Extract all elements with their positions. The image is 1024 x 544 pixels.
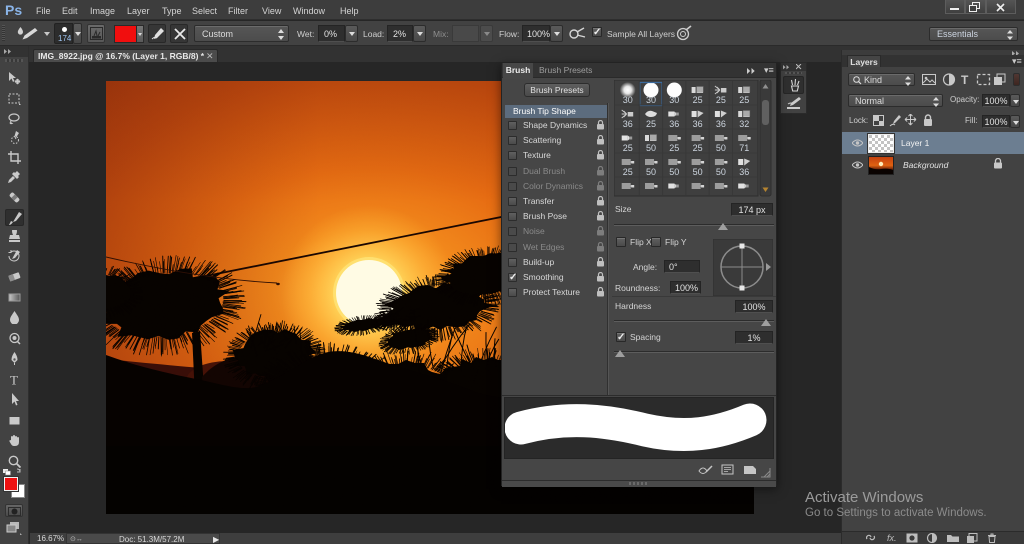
svg-text:36: 36 <box>623 119 633 129</box>
svg-text:25: 25 <box>646 119 656 129</box>
svg-text:25: 25 <box>623 167 633 177</box>
svg-text:25: 25 <box>716 95 726 105</box>
svg-text:25: 25 <box>669 143 679 153</box>
svg-text:T: T <box>961 73 969 86</box>
svg-text:30: 30 <box>669 95 679 105</box>
svg-text:36: 36 <box>669 119 679 129</box>
svg-text:25: 25 <box>623 143 633 153</box>
svg-text:32: 32 <box>739 119 749 129</box>
svg-text:25: 25 <box>693 95 703 105</box>
svg-text:50: 50 <box>716 143 726 153</box>
svg-text:50: 50 <box>646 167 656 177</box>
svg-text:50: 50 <box>646 143 656 153</box>
svg-text:30: 30 <box>623 95 633 105</box>
svg-text:50: 50 <box>693 167 703 177</box>
svg-text:fx.: fx. <box>887 533 897 543</box>
svg-text:25: 25 <box>693 143 703 153</box>
svg-text:36: 36 <box>693 119 703 129</box>
svg-text:25: 25 <box>739 95 749 105</box>
svg-text:T: T <box>10 373 18 386</box>
svg-text:50: 50 <box>716 167 726 177</box>
svg-text:36: 36 <box>739 167 749 177</box>
svg-text:50: 50 <box>669 167 679 177</box>
svg-text:30: 30 <box>646 95 656 105</box>
svg-text:71: 71 <box>739 143 749 153</box>
svg-text:36: 36 <box>716 119 726 129</box>
